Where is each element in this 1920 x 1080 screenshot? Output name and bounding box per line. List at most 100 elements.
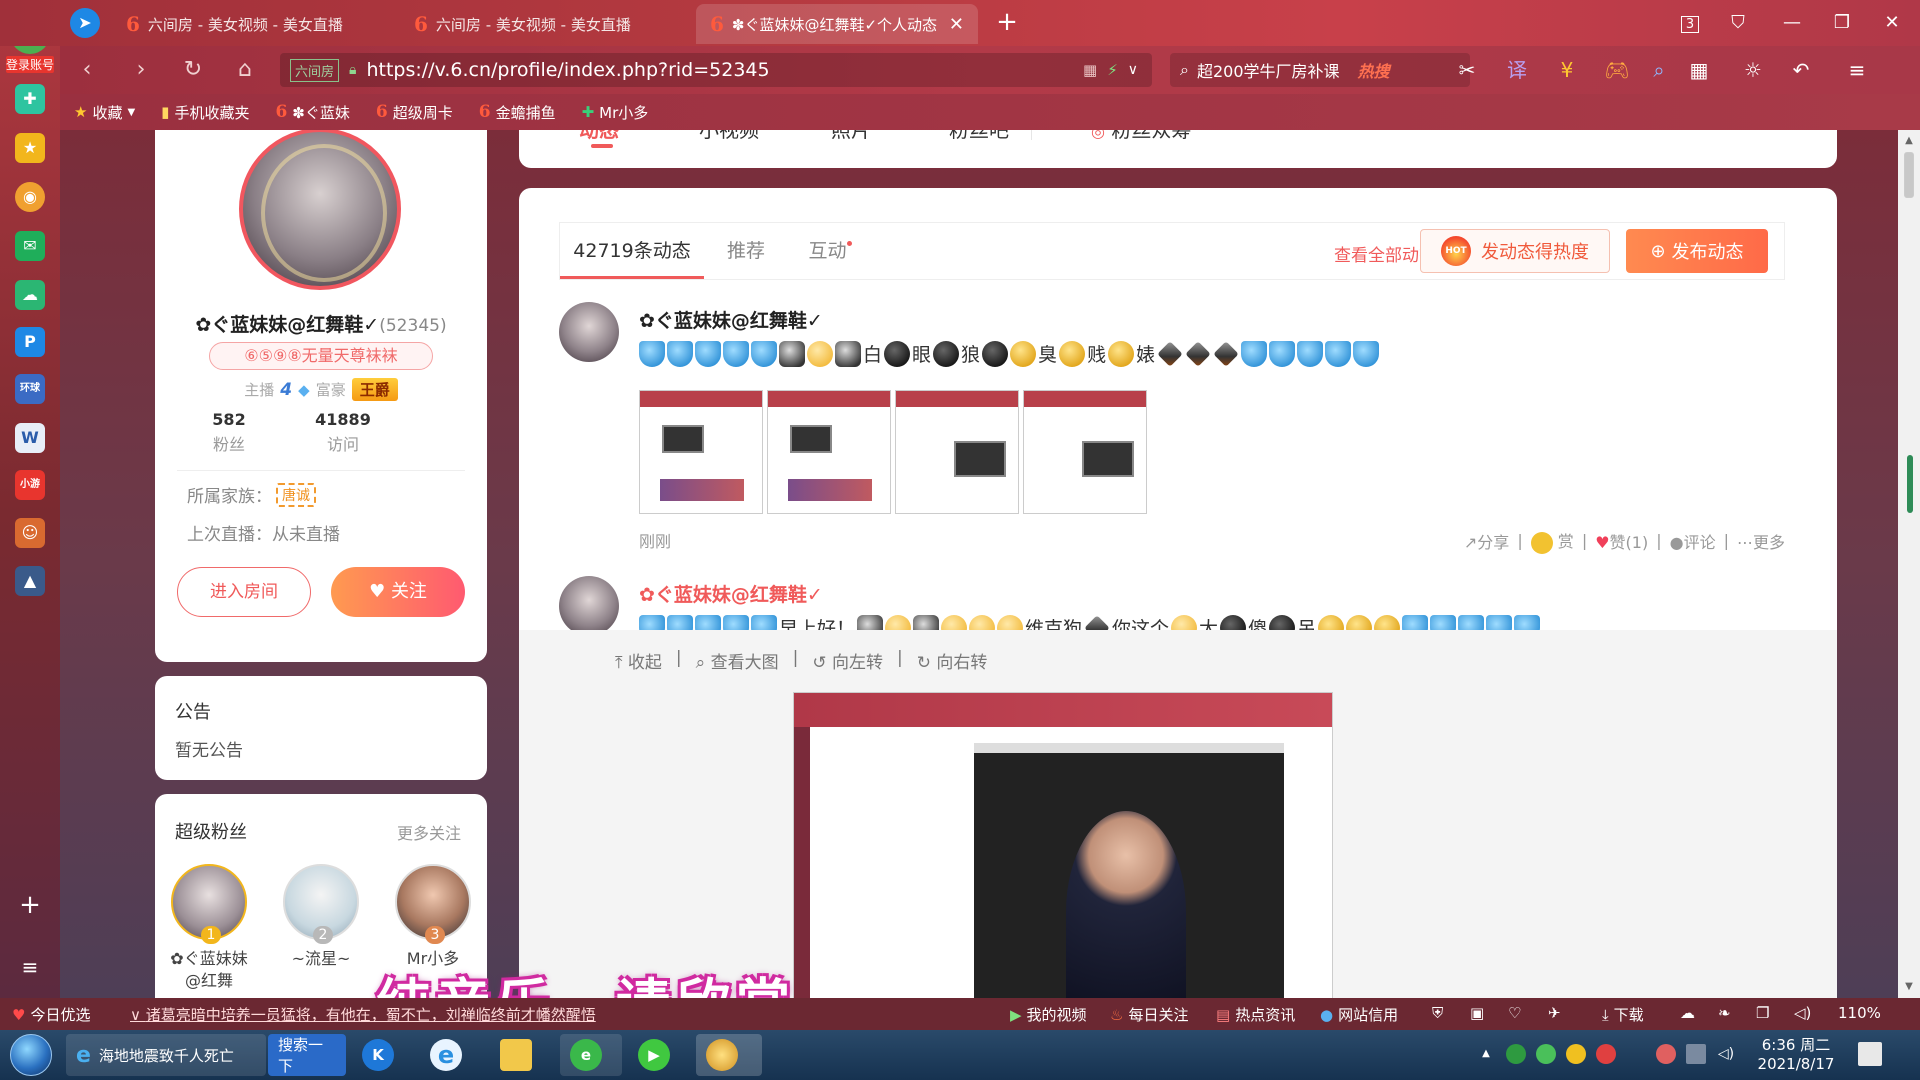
tray-plus-icon[interactable] <box>1566 1044 1586 1064</box>
collapse-button[interactable]: ⤒ 收起 <box>615 648 662 673</box>
tray-expand-icon[interactable]: ▲ <box>1476 1044 1496 1064</box>
post-author-avatar[interactable] <box>559 302 619 362</box>
coin-icon[interactable]: ¥ <box>1550 55 1584 85</box>
add-icon[interactable]: + <box>15 890 45 920</box>
translate-icon[interactable]: 译 <box>1500 55 1534 85</box>
scroll-up-arrow-icon[interactable]: ▲ <box>1898 132 1920 150</box>
tab-fan-bar[interactable]: 粉丝吧 <box>949 130 1009 143</box>
favorite-heart-icon[interactable]: ♡ <box>1508 1004 1521 1022</box>
taskbar-search-button[interactable]: 搜索一下 <box>268 1034 346 1076</box>
scroll-down-arrow-icon[interactable]: ▼ <box>1898 978 1920 996</box>
favorites-star-icon[interactable]: ★ <box>15 133 45 163</box>
close-window-button[interactable]: ✕ <box>1874 8 1910 38</box>
tab-all-dynamics[interactable]: 42719条动态 <box>560 223 704 279</box>
cloud-icon[interactable]: ☁ <box>1680 1004 1695 1022</box>
rotate-left-button[interactable]: ↺ 向左转 <box>812 648 883 673</box>
reward-button[interactable]: 赏 <box>1530 528 1574 554</box>
comment-button[interactable]: ●评论 <box>1670 529 1716 553</box>
taskbar-k-app[interactable]: K <box>352 1034 414 1076</box>
super-fan-item[interactable]: 1 ✿ぐ蓝妹妹@红舞 <box>167 864 251 992</box>
tab-photos[interactable]: 照片 <box>831 130 871 143</box>
bookmark-super-card[interactable]: 6 超级周卡 <box>376 102 453 123</box>
tray-network-icon[interactable] <box>1686 1044 1706 1064</box>
share-button[interactable]: ↗分享 <box>1464 529 1509 553</box>
p-app-icon[interactable]: P <box>15 327 45 357</box>
refresh-button[interactable]: ↻ <box>178 55 208 85</box>
tab-crowdfunding[interactable]: ◎ 粉丝众筹 <box>1091 130 1191 143</box>
main-menu-icon[interactable]: ≡ <box>1840 55 1874 85</box>
apps-grid-icon[interactable]: ▦ <box>1682 55 1716 85</box>
download[interactable]: ⤓ 下载 <box>1602 1004 1644 1025</box>
daily-follow[interactable]: ♨ 每日关注 <box>1110 1004 1188 1025</box>
post-for-heat-button[interactable]: HOT 发动态得热度 <box>1420 229 1610 273</box>
post-author-name[interactable]: ✿ぐ蓝妹妹@红舞鞋✓ <box>639 580 823 607</box>
post-image-thumbnail[interactable] <box>1023 390 1147 514</box>
profile-avatar[interactable] <box>239 130 401 290</box>
tab-interaction[interactable]: 互动 <box>788 223 872 279</box>
view-large-button[interactable]: ⌕ 查看大图 <box>696 648 779 673</box>
tray-qq-icon[interactable] <box>1596 1044 1616 1064</box>
expanded-post-image[interactable] <box>793 692 1333 998</box>
tab-short-videos[interactable]: 小视频 <box>699 130 759 143</box>
taskbar-ie[interactable]: e <box>420 1034 482 1076</box>
like-button[interactable]: ♥赞(1) <box>1595 529 1648 553</box>
home-button[interactable]: ⌂ <box>230 55 260 85</box>
system-clock[interactable]: 6:36 周二 2021/8/17 <box>1746 1036 1846 1074</box>
action-center-icon[interactable] <box>1858 1042 1882 1066</box>
restore-button[interactable]: ❐ <box>1824 8 1860 38</box>
search-tool-icon[interactable]: ⌕ <box>1642 55 1676 85</box>
speed-icon[interactable]: ✈ <box>1548 1004 1561 1022</box>
address-bar[interactable]: 六间房 🔒︎ https://v.6.cn/profile/index.php?… <box>280 53 1152 87</box>
cloud-icon[interactable]: ☁ <box>15 280 45 310</box>
word-doc-icon[interactable]: W <box>15 423 45 453</box>
weibo-icon[interactable]: ◉ <box>15 182 45 212</box>
side-drawer-handle[interactable] <box>1907 455 1913 513</box>
tab-recommend[interactable]: 推荐 <box>704 223 788 279</box>
site-credit[interactable]: ● 网站信用 <box>1320 1004 1398 1025</box>
bookmark-mr-xiaoduo[interactable]: ✚ Mr小多 <box>582 102 649 123</box>
shield-icon[interactable]: ⛨ <box>1432 1004 1443 1022</box>
start-button[interactable] <box>10 1034 52 1076</box>
my-videos[interactable]: ▶ 我的视频 <box>1010 1004 1087 1025</box>
super-fan-item[interactable]: 2 ~流星~ <box>279 864 363 970</box>
window-icon[interactable]: ❐ <box>1756 1004 1769 1022</box>
taskbar-explorer[interactable] <box>490 1034 552 1076</box>
mail-icon[interactable]: ✉ <box>15 231 45 261</box>
tab-count-button[interactable]: 3 <box>1672 8 1708 38</box>
tab-2[interactable]: 6 六间房 - 美女视频 - 美女直播 <box>400 4 690 44</box>
qr-code-icon[interactable]: ▦ <box>1083 61 1097 79</box>
fans-stat[interactable]: 582 粉丝 <box>169 410 289 455</box>
speed-bolt-icon[interactable]: ⚡ <box>1107 61 1118 79</box>
tray-shield-icon[interactable] <box>1506 1044 1526 1064</box>
undo-icon[interactable]: ↶ <box>1784 55 1818 85</box>
follow-button[interactable]: ♥ 关注 <box>331 567 465 617</box>
publish-dynamic-button[interactable]: ⊕ 发布动态 <box>1626 229 1768 273</box>
game-character-icon[interactable]: ☺ <box>15 518 45 548</box>
news-app-icon[interactable]: 环球 <box>15 374 45 404</box>
scrollbar-thumb[interactable] <box>1904 152 1914 198</box>
family-tag[interactable]: 唐诚 <box>276 482 316 507</box>
taskbar-player[interactable]: ▶ <box>628 1034 690 1076</box>
scissors-icon[interactable]: ✂ <box>1450 55 1484 85</box>
taskbar-avatar-app[interactable] <box>696 1034 762 1076</box>
tab-1[interactable]: 6 六间房 - 美女视频 - 美女直播 <box>112 4 392 44</box>
bookmark-profile[interactable]: 6 ✽ぐ蓝妹 <box>275 102 349 123</box>
post-image-thumbnail[interactable] <box>767 390 891 514</box>
tab-dynamics[interactable]: 动态 <box>579 130 619 143</box>
hot-news[interactable]: ▤ 热点资讯 <box>1216 1004 1295 1025</box>
bookmark-mobile[interactable]: ▮ 手机收藏夹 <box>161 102 249 123</box>
super-fan-item[interactable]: 3 Mr小多 <box>391 864 475 970</box>
image-icon[interactable]: ▣ <box>1470 1004 1484 1022</box>
vertical-scrollbar[interactable]: ▲ ▼ <box>1898 130 1920 998</box>
more-follows-link[interactable]: 更多关注 <box>397 820 461 844</box>
brightness-icon[interactable]: ☼ <box>1736 55 1770 85</box>
post-author-avatar[interactable] <box>559 576 619 636</box>
leaf-icon[interactable]: ❧ <box>1718 1004 1731 1022</box>
game-scene-icon[interactable]: ▲ <box>15 566 45 596</box>
more-button[interactable]: ⋯更多 <box>1737 529 1785 553</box>
bookmark-fishing[interactable]: 6 金蟾捕鱼 <box>479 102 556 123</box>
news-ticker[interactable]: ∨ 诸葛亮暗中培养一员猛将，有他在，蜀不亡，刘禅临终前才幡然醒悟 <box>130 1004 596 1025</box>
post-image-thumbnail[interactable] <box>639 390 763 514</box>
tray-user-icon[interactable] <box>1656 1044 1676 1064</box>
volume-icon[interactable]: ◁) <box>1794 1004 1811 1022</box>
